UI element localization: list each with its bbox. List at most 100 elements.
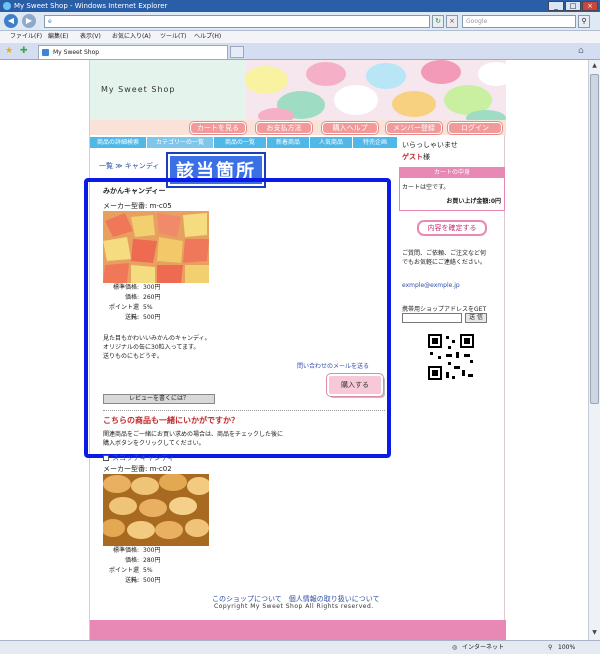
guest-name: ゲスト [402, 153, 423, 161]
purchase-help-button[interactable]: 購入ヘルプ [322, 122, 378, 134]
home-icon[interactable]: ⌂ [578, 46, 584, 56]
price-label: 価格: [124, 294, 139, 301]
member-register-button[interactable]: メンバー登録 [386, 122, 442, 134]
window-titlebar: My Sweet Shop - Windows Internet Explore… [0, 0, 600, 12]
nav-new-arrivals[interactable]: 新着商品 [267, 137, 309, 148]
browser-viewport: My Sweet Shop カートを見る お支払方法 購入ヘルプ メンバー登録 … [0, 60, 600, 640]
nav-special-sale[interactable]: 特売企画 [353, 137, 397, 148]
top-navigation: カートを見る お支払方法 購入ヘルプ メンバー登録 ログイン [90, 120, 506, 135]
footer-bar [90, 620, 506, 640]
status-bar: ◎ インターネット ⚲ 100% [0, 640, 600, 654]
price-label: 送料: [124, 314, 139, 321]
mobile-email-input[interactable] [402, 313, 462, 323]
sidebar-welcome: いらっしゃいませ [402, 141, 458, 149]
desc-line: 見た目もかわいいみかんのキャンディ。 [103, 335, 211, 342]
forward-button[interactable]: ▶ [22, 14, 36, 28]
new-tab-button[interactable] [230, 46, 244, 58]
close-window-button[interactable]: × [582, 1, 598, 11]
sidebar-email-link[interactable]: exmple@exmple.jp [402, 282, 460, 289]
tab-label: My Sweet Shop [53, 49, 100, 56]
price-value: 260円 [143, 294, 161, 301]
price-row: 送料: 500円 [103, 313, 183, 323]
cart-total: お買い上げ金額:0円 [446, 198, 501, 205]
product-name: みかんキャンディー [103, 187, 166, 195]
product-price-table: 標準価格: 300円 価格: 260円 ポイント還元: 5% 送料: 500円 [103, 283, 183, 323]
price-value: 280円 [143, 557, 161, 564]
login-button[interactable]: ログイン [448, 122, 502, 134]
scroll-up-icon[interactable]: ▲ [590, 61, 599, 71]
nav-product-list[interactable]: 商品の一覧 [214, 137, 266, 148]
breadcrumb[interactable]: 一覧 ≫ キャンディ [99, 161, 159, 171]
view-cart-button[interactable]: カートを見る [190, 122, 246, 134]
minimize-button[interactable]: _ [548, 1, 564, 11]
recdesc-line: 関連商品をご一緒にお買い求めの場合は、商品をチェックした後に [103, 431, 284, 438]
back-button[interactable]: ◀ [4, 14, 18, 28]
tab-my-sweet-shop[interactable]: My Sweet Shop [38, 45, 228, 59]
tab-bar: ★ ✚ My Sweet Shop ⌂ [0, 43, 600, 60]
price-row: ポイント還元: 5% [103, 303, 183, 321]
favorites-star-icon[interactable]: ★ [5, 46, 13, 56]
cart-heading: カートの中身 [400, 168, 504, 178]
price-value: 300円 [143, 547, 161, 554]
section-divider [103, 410, 385, 411]
search-go-button[interactable]: ⚲ [578, 15, 590, 28]
payment-method-button[interactable]: お支払方法 [256, 122, 312, 134]
related-product-image [103, 474, 209, 546]
scroll-thumb[interactable] [590, 74, 599, 404]
scroll-down-icon[interactable]: ▼ [590, 628, 599, 638]
cart-empty-text: カートは空です。 [402, 184, 450, 191]
add-favorite-icon[interactable]: ✚ [20, 46, 28, 56]
price-row: 送料: 500円 [103, 576, 183, 586]
contact-mail-link[interactable]: 問い合わせのメールを送る [297, 361, 369, 370]
related-product-name[interactable]: スコッチキャンディ [112, 453, 175, 463]
url-input[interactable]: e [44, 15, 430, 28]
confirm-order-button[interactable]: 内容を確定する [417, 220, 487, 236]
stop-button[interactable]: × [446, 15, 458, 28]
send-button[interactable]: 送 信 [465, 313, 487, 323]
zoom-level[interactable]: 100% [558, 641, 575, 654]
price-label: 価格: [124, 557, 139, 564]
security-zone: インターネット [462, 644, 505, 651]
shop-title: My Sweet Shop [101, 85, 176, 94]
price-value: 5% [143, 567, 153, 574]
contact-line: でもお気軽にご連絡ください。 [402, 259, 486, 266]
product-image [103, 211, 209, 283]
mobile-address-label: 携帯用ショップアドレスをGET [402, 306, 487, 313]
contact-line: ご質問、ご依頼、ご注文など何 [402, 250, 487, 257]
related-product-checkbox[interactable] [103, 455, 109, 461]
menu-bar: ファイル(F) 編集(E) 表示(V) お気に入り(A) ツール(T) ヘルプ(… [0, 31, 600, 43]
price-value: 500円 [143, 314, 161, 321]
category-navigation: 商品の詳細検索 カテゴリーの一覧 商品の一覧 新着商品 人気商品 特売企画 [90, 137, 397, 149]
price-value: 300円 [143, 284, 161, 291]
cart-box: カートの中身 カートは空です。 お買い上げ金額:0円 [399, 167, 505, 211]
price-row: ポイント還元: 5% [103, 566, 183, 584]
price-row: 価格: 260円 [103, 293, 183, 303]
nav-detail-search[interactable]: 商品の詳細検索 [90, 137, 146, 148]
buy-button[interactable]: 購入する [327, 374, 383, 396]
price-row: 標準価格: 300円 [103, 546, 183, 556]
maximize-button[interactable]: □ [565, 1, 581, 11]
related-price-table: 標準価格: 300円 価格: 280円 ポイント還元: 5% 送料: 500円 [103, 546, 183, 586]
recdesc-line: 購入ボタンをクリックしてください。 [103, 440, 205, 447]
price-label: 標準価格: [112, 284, 139, 291]
menu-help[interactable]: ヘルプ(H) [194, 31, 221, 43]
window-title: My Sweet Shop - Windows Internet Explore… [14, 2, 168, 10]
menu-favorites[interactable]: お気に入り(A) [112, 31, 151, 43]
vertical-scrollbar[interactable]: ▲ ▼ [588, 60, 600, 640]
menu-view[interactable]: 表示(V) [80, 31, 101, 43]
nav-popular[interactable]: 人気商品 [310, 137, 352, 148]
nav-category-list[interactable]: カテゴリーの一覧 [147, 137, 213, 148]
price-value: 500円 [143, 577, 161, 584]
price-row: 標準価格: 300円 [103, 283, 183, 293]
url-value: e [48, 18, 52, 25]
write-review-button[interactable]: レビューを書くには？ [103, 394, 215, 404]
refresh-button[interactable]: ↻ [432, 15, 444, 28]
menu-edit[interactable]: 編集(E) [48, 31, 68, 43]
qr-code-image [426, 332, 476, 382]
sidebar-guest: ゲスト様 [402, 152, 430, 162]
ie-logo-icon [3, 2, 11, 10]
search-input[interactable]: Google [462, 15, 576, 28]
menu-file[interactable]: ファイル(F) [10, 31, 42, 43]
menu-tools[interactable]: ツール(T) [160, 31, 186, 43]
price-row: 価格: 280円 [103, 556, 183, 566]
